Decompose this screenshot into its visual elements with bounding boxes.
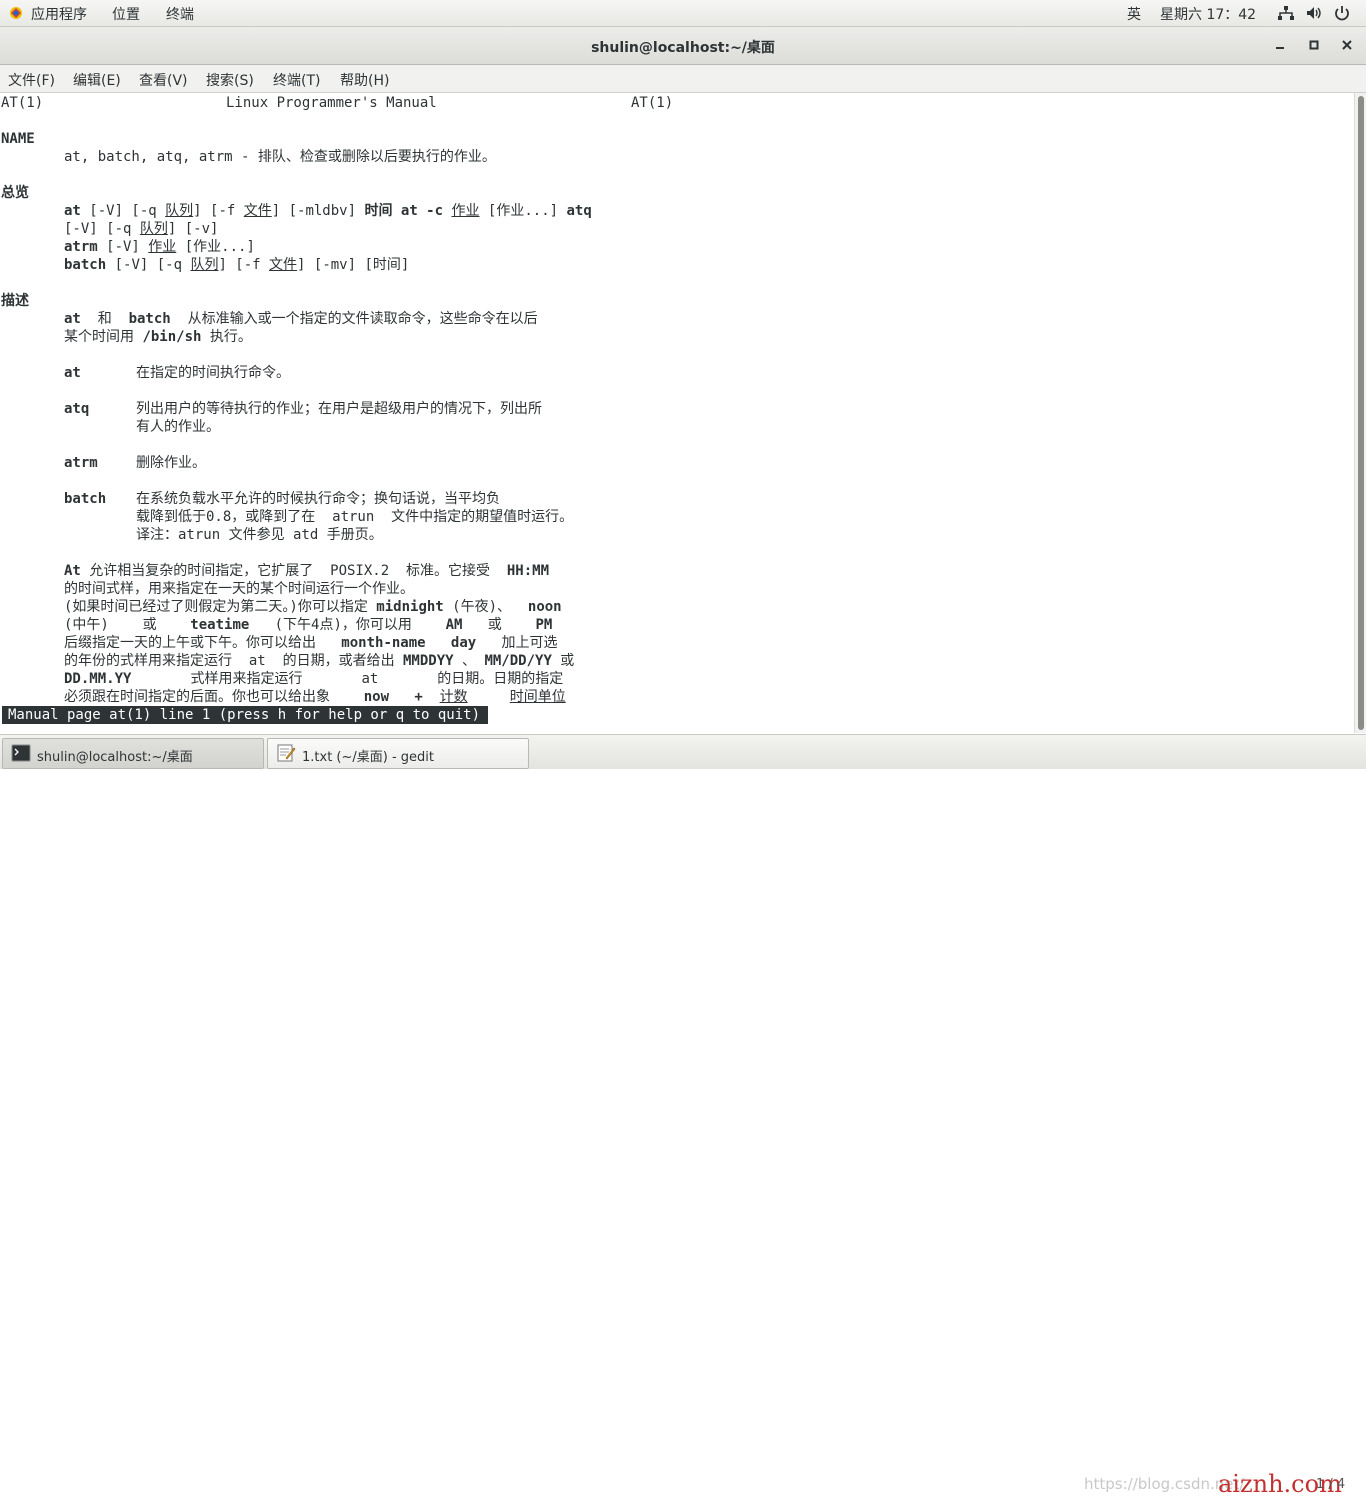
item-atrm-text: 删除作业。 [136,455,206,471]
para-line-2: 的时间式样，用来指定在一天的某个时间运行一个作业。 [64,581,414,597]
description-line-1: at 和 batch 从标准输入或一个指定的文件读取命令，这些命令在以后 [64,311,538,327]
menu-terminal[interactable]: 终端(T) [273,70,320,90]
name-heading: NAME [1,131,35,147]
minimize-icon[interactable] [1271,36,1289,54]
input-method-indicator[interactable]: 英 [1127,4,1141,24]
man-header-left: AT(1) [1,95,44,111]
para-line-5: 后缀指定一天的上午或下午。你可以给出 month-name day 加上可选 [64,635,558,651]
man-header-right: AT(1) [631,95,674,111]
name-text: at, batch, atq, atrm - 排队、检查或删除以后要执行的作业。 [64,149,496,165]
places-menu[interactable]: 位置 [112,4,140,24]
task-gedit[interactable]: 1.txt (~/桌面) - gedit [267,738,529,769]
text-editor-icon [277,744,296,762]
synopsis-heading: 总览 [1,185,29,201]
synopsis-line-3: atrm [-V] 作业 [作业...] [64,239,255,255]
close-icon[interactable] [1338,36,1356,54]
item-atq-text-2: 有人的作业。 [136,419,220,435]
description-line-2: 某个时间用 /bin/sh 执行。 [64,329,252,345]
menu-bar: 文件(F) 编辑(E) 查看(V) 搜索(S) 终端(T) 帮助(H) [0,65,1366,93]
item-batch-text-1: 在系统负载水平允许的时候执行命令；换句话说，当平均负 [136,491,500,507]
synopsis-line-4: batch [-V] [-q 队列] [-f 文件] [-mv] [时间] [64,257,410,273]
menu-file[interactable]: 文件(F) [8,70,55,90]
terminal-scrollbar[interactable] [1354,93,1366,733]
menu-edit[interactable]: 编辑(E) [73,70,121,90]
terminal-app-menu[interactable]: 终端 [166,4,194,24]
window-title: shulin@localhost:~/桌面 [591,40,775,56]
item-at-text: 在指定的时间执行命令。 [136,365,290,381]
menu-help[interactable]: 帮助(H) [340,70,389,90]
power-icon[interactable] [1333,5,1351,21]
synopsis-line-2: [-V] [-q 队列] [-v] [64,221,219,237]
para-line-7: DD.MM.YY 式样用来指定运行 at 的日期。日期的指定 [64,671,564,687]
terminal-icon [11,744,31,762]
task-terminal-label: shulin@localhost:~/桌面 [37,750,193,765]
clock[interactable]: 星期六 17：42 [1160,4,1256,24]
menu-view[interactable]: 查看(V) [139,70,188,90]
item-batch-text-3: 译注：atrun 文件参见 atd 手册页。 [136,527,383,543]
para-line-1: At 允许相当复杂的时间指定，它扩展了 POSIX.2 标准。它接受 HH:MM [64,563,550,579]
applications-menu[interactable]: 应用程序 [31,4,87,24]
item-batch-term: batch [64,491,107,507]
para-line-6: 的年份的式样用来指定运行 at 的日期，或者给出 MMDDYY 、 MM/DD/… [64,653,575,669]
pager-status-line: Manual page at(1) line 1 (press h for he… [2,706,489,724]
item-at-term: at [64,365,81,381]
apps-menu-icon[interactable] [8,5,24,21]
item-atrm-term: atrm [64,455,98,471]
workspace-indicator[interactable]: 1 / 4 [1316,1477,1345,1492]
man-header-center: Linux Programmer's Manual [226,95,437,111]
volume-icon[interactable] [1305,5,1323,21]
top-panel: 应用程序 位置 终端 英 星期六 17：42 [0,0,1366,27]
window-titlebar[interactable]: shulin@localhost:~/桌面 [0,27,1366,65]
task-terminal[interactable]: shulin@localhost:~/桌面 [2,738,264,769]
para-line-8: 必须跟在时间指定的后面。你也可以给出象 now + 计数 时间单位 [64,689,566,705]
terminal-view[interactable]: AT(1) Linux Programmer's Manual AT(1) NA… [0,93,1354,733]
scrollbar-thumb[interactable] [1358,96,1364,730]
item-batch-text-2: 载降到低于0.8，或降到了在 atrun 文件中指定的期望值时运行。 [136,509,574,525]
item-atq-text-1: 列出用户的等待执行的作业；在用户是超级用户的情况下，列出所 [136,401,542,417]
para-line-4: (中午) 或 teatime (下午4点)，你可以用 AM 或 PM [64,617,553,633]
window-list-bar: shulin@localhost:~/桌面 1.txt (~/桌面) - ged… [0,734,1366,1498]
item-atq-term: atq [64,401,90,417]
network-icon[interactable] [1277,5,1295,21]
para-line-3: (如果时间已经过了则假定为第二天。)你可以指定 midnight (午夜)、 n… [64,599,562,615]
description-heading: 描述 [1,293,29,309]
synopsis-line-1: at [-V] [-q 队列] [-f 文件] [-mldbv] 时间 at -… [64,203,592,219]
maximize-icon[interactable] [1305,36,1323,54]
menu-search[interactable]: 搜索(S) [206,70,254,90]
task-gedit-label: 1.txt (~/桌面) - gedit [302,750,435,765]
